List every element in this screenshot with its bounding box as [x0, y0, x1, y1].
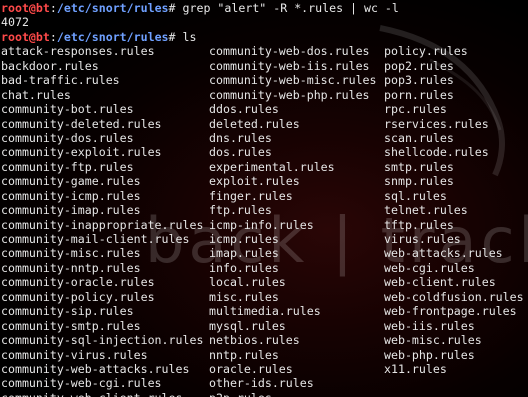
file-entry: ddos.rules [209, 102, 279, 117]
file-entry: community-exploit.rules [1, 145, 162, 160]
terminal-content: root@bt:/etc/snort/rules# grep "alert" -… [1, 1, 524, 397]
file-entry: community-bot.rules [1, 102, 134, 117]
file-entry: other-ids.rules [209, 376, 314, 391]
command-ls: ls [182, 29, 197, 44]
file-entry: community-dos.rules [1, 130, 134, 145]
file-entry: dos.rules [209, 145, 272, 160]
file-entry: telnet.rules [384, 203, 468, 218]
prompt-line-2: root@bt:/etc/snort/rules# ls [1, 30, 399, 44]
prompt-host: root@bt [1, 1, 50, 15]
file-entry: rservices.rules [384, 116, 489, 131]
ls-listing: attack-responses.rules backdoor.rules bad-… [1, 44, 524, 397]
file-entry: community-web-misc.rules [209, 73, 377, 88]
file-entry: imap.rules [209, 246, 279, 261]
file-entry: pop3.rules [384, 73, 454, 88]
file-entry: mysql.rules [209, 318, 286, 333]
prompt-path: /etc/snort/rules [56, 1, 169, 15]
file-entry: community-web-dos.rules [209, 44, 370, 59]
file-entry: p2p.rules [209, 391, 377, 397]
prompt-separator: : [49, 1, 57, 15]
command-grep: grep "alert" -R *.rules | wc -l [182, 1, 399, 15]
file-entry: community-smtp.rules [1, 318, 141, 333]
file-entry: nntp.rules [209, 347, 279, 362]
file-entry: tftp.rules [384, 217, 454, 232]
file-entry: backdoor.rules [1, 58, 99, 73]
prompt-host: root@bt [1, 29, 50, 44]
file-entry: rpc.rules [384, 102, 447, 117]
file-entry: experimental.rules [209, 159, 335, 174]
file-entry: ftp.rules [209, 203, 272, 218]
file-entry: community-web-client.rules [1, 391, 203, 397]
file-entry: x11.rules [384, 361, 447, 376]
file-entry: info.rules [209, 260, 279, 275]
file-entry: finger.rules [209, 188, 293, 203]
prompt-symbol: # [168, 29, 183, 44]
file-entry: multimedia.rules [209, 304, 321, 319]
file-entry: web-misc.rules [384, 333, 482, 348]
file-entry: community-nntp.rules [1, 260, 141, 275]
file-entry: community-web-iis.rules [209, 58, 370, 73]
file-entry: deleted.rules [209, 116, 300, 131]
file-entry: porn.rules [384, 87, 454, 102]
file-entry: attack-responses.rules [1, 44, 155, 59]
file-entry: community-imap.rules [1, 203, 141, 218]
prompt-line-1: root@bt:/etc/snort/rules# grep "alert" -… [1, 1, 399, 15]
file-entry: community-game.rules [1, 174, 141, 189]
file-entry: web-iis.rules [384, 318, 475, 333]
file-entry: community-oracle.rules [1, 275, 155, 290]
terminal-window[interactable]: back | track 5 root@bt:/etc/snort/rules#… [0, 0, 528, 397]
file-entry: snmp.rules [384, 174, 454, 189]
file-entry: community-web-php.rules [209, 87, 370, 102]
file-entry: community-deleted.rules [1, 116, 162, 131]
file-entry: misc.rules [209, 289, 279, 304]
file-entry: community-inappropriate.rules [1, 217, 204, 232]
file-entry: chat.rules [1, 87, 71, 102]
file-entry: web-attacks.rules [384, 246, 503, 261]
file-entry: community-virus.rules [1, 347, 148, 362]
file-entry: icmp-info.rules [209, 217, 314, 232]
file-entry: web-frontpage.rules [384, 304, 517, 319]
prompt-separator: : [49, 29, 57, 44]
file-entry: web-client.rules [384, 275, 496, 290]
listing-column-3: policy.rules pop2.rules pop3.rules porn.rul… [384, 44, 524, 376]
file-entry: community-sip.rules [1, 304, 134, 319]
file-entry: community-mail-client.rules [1, 232, 190, 246]
file-entry: web-php.rules [384, 347, 475, 362]
output-count: 4072 [1, 15, 29, 30]
file-entry: virus.rules [384, 232, 461, 246]
file-entry: bad-traffic.rules [1, 73, 120, 88]
file-entry: community-misc.rules [1, 246, 141, 261]
prompt-path: /etc/snort/rules [56, 29, 169, 44]
file-entry: dns.rules [209, 130, 272, 145]
file-entry: exploit.rules [209, 174, 300, 189]
file-entry: community-web-cgi.rules [1, 376, 162, 391]
prompt-symbol: # [168, 1, 183, 15]
file-entry: pop2.rules [384, 58, 454, 73]
file-entry: policy.rules [384, 44, 468, 59]
file-entry: smtp.rules [384, 159, 454, 174]
listing-column-1: attack-responses.rules backdoor.rules bad-… [1, 44, 203, 397]
file-entry: scan.rules [384, 130, 454, 145]
listing-column-2: community-web-dos.rules community-web-iis… [209, 44, 377, 397]
file-entry: community-sql-injection.rules [1, 333, 204, 348]
file-entry: oracle.rules [209, 361, 293, 376]
file-entry: community-icmp.rules [1, 188, 141, 203]
file-entry: sql.rules [384, 188, 447, 203]
file-entry: netbios.rules [209, 333, 300, 348]
file-entry: community-ftp.rules [1, 159, 134, 174]
file-entry: community-web-attacks.rules [1, 361, 190, 376]
file-entry: local.rules [209, 275, 286, 290]
file-entry: icmp.rules [209, 232, 279, 246]
file-entry: community-policy.rules [1, 289, 155, 304]
file-entry: shellcode.rules [384, 145, 489, 160]
file-entry: web-coldfusion.rules [384, 289, 524, 304]
file-entry: web-cgi.rules [384, 260, 475, 275]
